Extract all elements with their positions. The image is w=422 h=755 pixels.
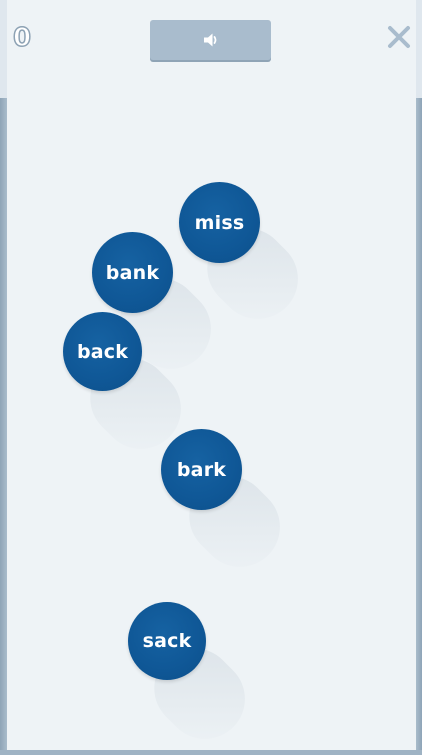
- speaker-icon: [202, 31, 220, 49]
- frame-left-top: [0, 0, 7, 98]
- word-bubble-back[interactable]: back: [63, 312, 142, 391]
- word-bubble-bank[interactable]: bank: [92, 232, 173, 313]
- word-label: sack: [142, 630, 192, 652]
- close-button[interactable]: [386, 24, 412, 50]
- play-area: [7, 0, 416, 750]
- word-bubble-bark[interactable]: bark: [161, 429, 242, 510]
- score-counter: 0: [12, 23, 32, 53]
- frame-left: [0, 98, 7, 750]
- word-bubble-sack[interactable]: sack: [128, 602, 206, 680]
- word-label: back: [76, 340, 129, 363]
- word-bubble-miss[interactable]: miss: [179, 182, 260, 263]
- frame-right-top: [416, 0, 422, 98]
- play-sound-button[interactable]: [150, 20, 271, 60]
- word-label: bank: [105, 261, 160, 284]
- word-label: bark: [176, 458, 227, 481]
- close-icon: [386, 24, 412, 50]
- word-label: miss: [194, 211, 245, 234]
- frame-right: [416, 98, 422, 750]
